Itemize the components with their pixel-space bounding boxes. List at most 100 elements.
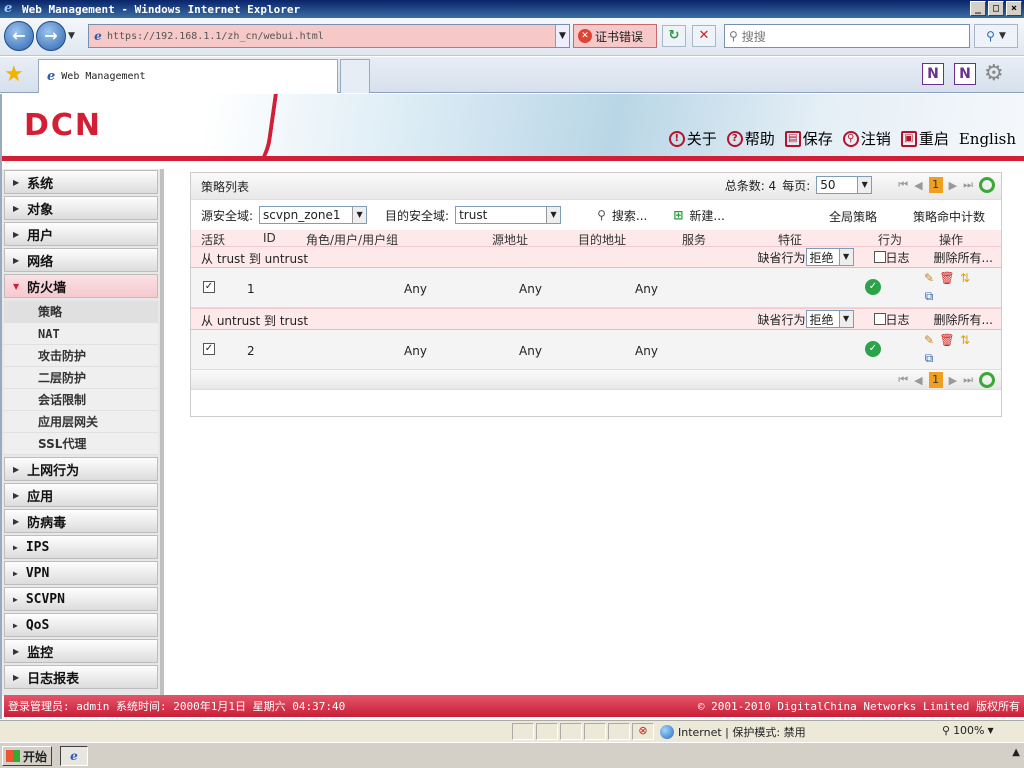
prev-page-icon[interactable]: ◀ — [914, 179, 922, 192]
sidebar-item-log-report[interactable]: ▶ 日志报表 — [4, 665, 158, 689]
edit-icon[interactable]: ✎ — [921, 270, 937, 286]
logout-link[interactable]: ⚲ 注销 — [842, 128, 891, 149]
sidebar-item-scvpn[interactable]: ▶ SCVPN — [4, 587, 158, 611]
history-dropdown-icon[interactable]: ▼ — [68, 31, 80, 43]
row-operations: ✎ 🗑 ⇅ ⧉ — [921, 270, 981, 304]
reboot-link[interactable]: ▣ 重启 — [900, 128, 949, 149]
help-label: 帮助 — [744, 130, 775, 148]
last-page-icon[interactable]: ⏭ — [963, 373, 973, 387]
sidebar-item-antivirus[interactable]: ▶ 防病毒 — [4, 509, 158, 533]
submenu-attack-defense[interactable]: 攻击防护 — [4, 345, 158, 367]
sidebar-item-application[interactable]: ▶ 应用 — [4, 483, 158, 507]
per-page-select[interactable]: 50 ▼ — [816, 176, 873, 194]
dst-zone-select[interactable]: trust ▼ — [455, 206, 562, 224]
hit-count-link[interactable]: 策略命中计数 — [913, 208, 985, 225]
address-dropdown-icon[interactable]: ▼ — [555, 25, 569, 47]
submenu-nat[interactable]: NAT — [4, 323, 158, 345]
taskbar-ie-button[interactable]: e — [60, 746, 88, 766]
default-action-select[interactable]: 拒绝 ▼ — [805, 310, 854, 328]
copy-icon[interactable]: ⧉ — [921, 350, 937, 366]
copy-icon[interactable]: ⧉ — [921, 288, 937, 304]
sidebar-item-ips[interactable]: ▶ IPS — [4, 535, 158, 559]
close-window-button[interactable]: × — [1006, 1, 1022, 16]
web-content: DCN ! 关于 ? 帮助 ▤ 保存 ⚲ 注销 ▣ 重启 English ▶ 系… — [0, 94, 1024, 719]
sidebar-item-firewall[interactable]: ▼ 防火墙 — [4, 274, 158, 298]
stop-button[interactable]: ✕ — [692, 25, 716, 47]
help-link[interactable]: ? 帮助 — [726, 128, 775, 149]
search-button[interactable]: ⚲ ▼ — [974, 24, 1018, 48]
sidebar-item-qos[interactable]: ▶ QoS — [4, 613, 158, 637]
submenu-policy[interactable]: 策略 — [4, 301, 158, 323]
chevron-right-icon: ▶ — [13, 620, 18, 630]
delete-all-link[interactable]: 删除所有... — [934, 249, 993, 266]
policy-id: 1 — [247, 282, 255, 296]
onenote-icon[interactable]: N — [922, 63, 944, 85]
english-link[interactable]: English — [959, 128, 1016, 149]
address-bar[interactable]: e https://192.168.1.1/zh_cn/webui.html ▼ — [88, 24, 570, 48]
refresh-button[interactable]: ↻ — [662, 25, 686, 47]
sidebar-item-users[interactable]: ▶ 用户 — [4, 222, 158, 246]
default-action-select[interactable]: 拒绝 ▼ — [805, 248, 854, 266]
policy-enable-checkbox[interactable]: ✓ — [203, 281, 215, 293]
delete-all-link[interactable]: 删除所有... — [934, 311, 993, 328]
start-button[interactable]: 开始 — [2, 746, 52, 766]
delete-icon[interactable]: 🗑 — [939, 270, 955, 286]
new-policy-link[interactable]: 新建... — [689, 207, 724, 224]
first-page-icon[interactable]: ⏮ — [898, 178, 908, 192]
sidebar-item-network[interactable]: ▶ 网络 — [4, 248, 158, 272]
onenote-linked-icon[interactable]: N — [954, 63, 976, 85]
zoom-control[interactable]: ⚲ 100% ▼ — [942, 724, 994, 737]
search-box[interactable]: ⚲ 搜搜 — [724, 24, 970, 48]
tools-gear-icon[interactable]: ⚙ — [984, 61, 1004, 86]
policy-enable-checkbox[interactable]: ✓ — [203, 343, 215, 355]
search-policy-link[interactable]: 搜索... — [612, 207, 647, 224]
sidebar-item-objects[interactable]: ▶ 对象 — [4, 196, 158, 220]
dropdown-arrow-icon: ▼ — [857, 177, 872, 193]
delete-icon[interactable]: 🗑 — [939, 332, 955, 348]
sidebar-item-internet-behavior[interactable]: ▶ 上网行为 — [4, 457, 158, 481]
last-page-icon[interactable]: ⏭ — [963, 178, 973, 192]
sidebar-item-monitor[interactable]: ▶ 监控 — [4, 639, 158, 663]
sidebar-item-label: 监控 — [27, 645, 54, 661]
policy-dst: Any — [519, 282, 542, 296]
current-page[interactable]: 1 — [928, 372, 943, 388]
forward-button[interactable]: → — [36, 21, 66, 51]
sidebar-item-vpn[interactable]: ▶ VPN — [4, 561, 158, 585]
log-checkbox[interactable] — [873, 251, 886, 263]
src-zone-select[interactable]: scvpn_zone1 ▼ — [259, 206, 368, 224]
prev-page-icon[interactable]: ◀ — [914, 374, 922, 387]
submenu-session-limit[interactable]: 会话限制 — [4, 389, 158, 411]
log-checkbox[interactable] — [873, 313, 886, 325]
address-url[interactable]: https://192.168.1.1/zh_cn/webui.html — [107, 31, 555, 42]
security-error-icon[interactable]: ⊗ — [632, 723, 654, 740]
move-up-down-icon[interactable]: ⇅ — [957, 332, 973, 348]
submenu-alg[interactable]: 应用层网关 — [4, 411, 158, 433]
sidebar-item-system[interactable]: ▶ 系统 — [4, 170, 158, 194]
next-page-icon[interactable]: ▶ — [949, 179, 957, 192]
new-tab-button[interactable] — [340, 59, 370, 93]
search-input[interactable]: 搜搜 — [742, 28, 766, 45]
move-up-down-icon[interactable]: ⇅ — [957, 270, 973, 286]
about-link[interactable]: ! 关于 — [668, 128, 717, 149]
first-page-icon[interactable]: ⏮ — [898, 373, 908, 387]
submenu-layer2-defense[interactable]: 二层防护 — [4, 367, 158, 389]
save-link[interactable]: ▤ 保存 — [784, 128, 833, 149]
refresh-list-icon[interactable] — [979, 372, 995, 388]
submenu-ssl-proxy[interactable]: SSL代理 — [4, 433, 158, 455]
global-policy-link[interactable]: 全局策略 — [829, 208, 877, 225]
tab-web-management[interactable]: e Web Management — [38, 59, 338, 93]
certificate-error-button[interactable]: ✕ 证书错误 — [573, 24, 657, 48]
security-zone[interactable]: Internet | 保护模式: 禁用 — [660, 724, 806, 740]
minimize-button[interactable]: _ — [970, 1, 986, 16]
search-dropdown-icon: ▼ — [998, 31, 1006, 41]
favorites-star-icon[interactable]: ★ — [4, 62, 24, 87]
refresh-list-icon[interactable] — [979, 177, 995, 193]
tab-page-icon: e — [47, 69, 56, 84]
tab-title: Web Management — [61, 71, 146, 82]
edit-icon[interactable]: ✎ — [921, 332, 937, 348]
tray-expand-icon[interactable]: ▲ — [1012, 747, 1020, 758]
next-page-icon[interactable]: ▶ — [949, 374, 957, 387]
back-button[interactable]: ← — [4, 21, 34, 51]
maximize-button[interactable]: □ — [988, 1, 1004, 16]
current-page[interactable]: 1 — [928, 177, 943, 193]
